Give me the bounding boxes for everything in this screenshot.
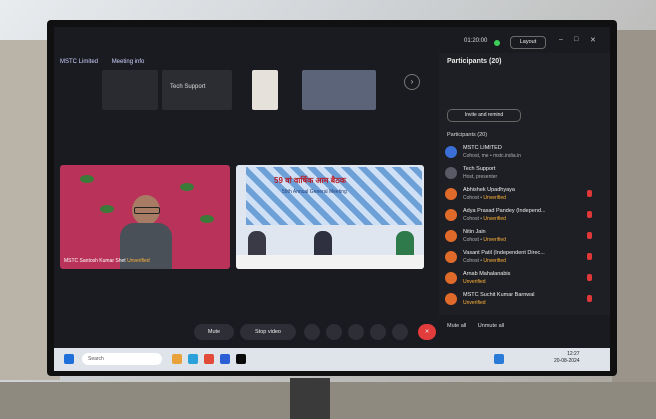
- connection-status-icon: [494, 40, 500, 46]
- chrome-icon[interactable]: [204, 354, 214, 364]
- thumbnail-video[interactable]: [252, 70, 278, 110]
- avatar: [445, 272, 457, 284]
- stop-video-button[interactable]: Stop video: [240, 324, 296, 340]
- mute-button[interactable]: Mute: [194, 324, 234, 340]
- participant-row[interactable]: Abhishek Upadhyaya Cohost • Unverified: [443, 185, 593, 205]
- avatar: [445, 146, 457, 158]
- unmute-all-button[interactable]: Unmute all: [478, 323, 504, 329]
- participants-list-header[interactable]: Participants (20): [447, 132, 487, 138]
- meeting-info-link[interactable]: Meeting info: [112, 59, 145, 65]
- avatar: [445, 293, 457, 305]
- mic-muted-icon: [587, 211, 592, 218]
- avatar: [445, 209, 457, 221]
- participant-row[interactable]: MSTC LIMITED Cohost, me • mstc.india.in: [443, 143, 593, 163]
- mic-muted-icon: [587, 253, 592, 260]
- windows-taskbar: Search 12:27 20-08-2024: [54, 348, 610, 371]
- mic-muted-icon: [587, 274, 592, 281]
- tv-stand: [290, 378, 330, 419]
- webex-icon[interactable]: [236, 354, 246, 364]
- participants-panel: Participants (20) Invite and remind Part…: [439, 53, 610, 329]
- wall-pillar-right: [612, 30, 656, 390]
- stage-desk: [236, 255, 424, 269]
- participant-row[interactable]: Tech Support Host, presenter: [443, 164, 593, 184]
- thumbnail-label: Tech Support: [170, 84, 206, 90]
- participant-row[interactable]: MSTC Suchit Kumar Barnwal Unverified: [443, 290, 593, 310]
- next-page-icon[interactable]: ›: [404, 74, 420, 90]
- end-call-button[interactable]: ✕: [418, 324, 436, 340]
- panel-title: Participants (20): [447, 58, 502, 65]
- video-name-label: MSTC Santosh Kumar Shet Unverified: [64, 258, 150, 264]
- taskbar-search[interactable]: Search: [82, 353, 162, 365]
- app-title: MSTC Limited: [60, 59, 99, 65]
- layout-button[interactable]: Layout: [510, 36, 546, 49]
- record-icon[interactable]: [326, 324, 342, 340]
- banner-title: 59 वां वार्षिक आम बैठक: [274, 176, 346, 185]
- mic-muted-icon: [587, 190, 592, 197]
- thumbnail-video[interactable]: [102, 70, 158, 110]
- network-icon[interactable]: [494, 354, 504, 364]
- thumbnail-strip: Tech Support: [102, 70, 382, 110]
- edge-icon[interactable]: [188, 354, 198, 364]
- meeting-controls: Mute Stop video ✕: [194, 324, 464, 344]
- avatar: [445, 188, 457, 200]
- meeting-timer: 01:20:00: [464, 38, 488, 44]
- participant-row[interactable]: Nitin Jain Cohost • Unverified: [443, 227, 593, 247]
- thumbnail-video[interactable]: [302, 70, 376, 110]
- agm-banner: 59 वां वार्षिक आम बैठक 59th Annual Gener…: [246, 167, 422, 225]
- taskbar-clock[interactable]: 12:27 20-08-2024: [554, 351, 580, 365]
- mic-muted-icon: [587, 232, 592, 239]
- avatar: [445, 230, 457, 242]
- video-tile-agm-stage[interactable]: 59 वां वार्षिक आम बैठक 59th Annual Gener…: [236, 165, 424, 269]
- maximize-icon[interactable]: □: [574, 36, 578, 43]
- avatar: [445, 251, 457, 263]
- invite-button[interactable]: Invite and remind: [447, 109, 521, 122]
- thumbnail-tech-support[interactable]: Tech Support: [162, 70, 232, 110]
- meeting-window: MSTC Limited Meeting info 01:20:00 Layou…: [54, 27, 610, 371]
- more-icon[interactable]: [392, 324, 408, 340]
- share-icon[interactable]: [304, 324, 320, 340]
- close-icon[interactable]: ✕: [590, 36, 596, 44]
- video-tile-santosh[interactable]: MSTC Santosh Kumar Shet Unverified: [60, 165, 230, 269]
- outlook-icon[interactable]: [220, 354, 230, 364]
- avatar: [445, 167, 457, 179]
- banner-subtitle: 59th Annual General Meeting: [282, 189, 347, 195]
- participant-row[interactable]: Vasant Patil (Independent Direc... Cohos…: [443, 248, 593, 268]
- folder-icon[interactable]: [172, 354, 182, 364]
- participant-row[interactable]: Arnab Mahalanabis Unverified: [443, 269, 593, 289]
- unverified-badge: Unverified: [127, 258, 150, 264]
- windows-start-icon[interactable]: [64, 354, 74, 364]
- mic-muted-icon: [587, 295, 592, 302]
- apps-icon[interactable]: [370, 324, 386, 340]
- participant-row[interactable]: Adya Prasad Pandey (Independ... Cohost •…: [443, 206, 593, 226]
- reactions-icon[interactable]: [348, 324, 364, 340]
- title-bar-left: MSTC Limited Meeting info: [60, 59, 156, 65]
- minimize-icon[interactable]: –: [559, 36, 563, 43]
